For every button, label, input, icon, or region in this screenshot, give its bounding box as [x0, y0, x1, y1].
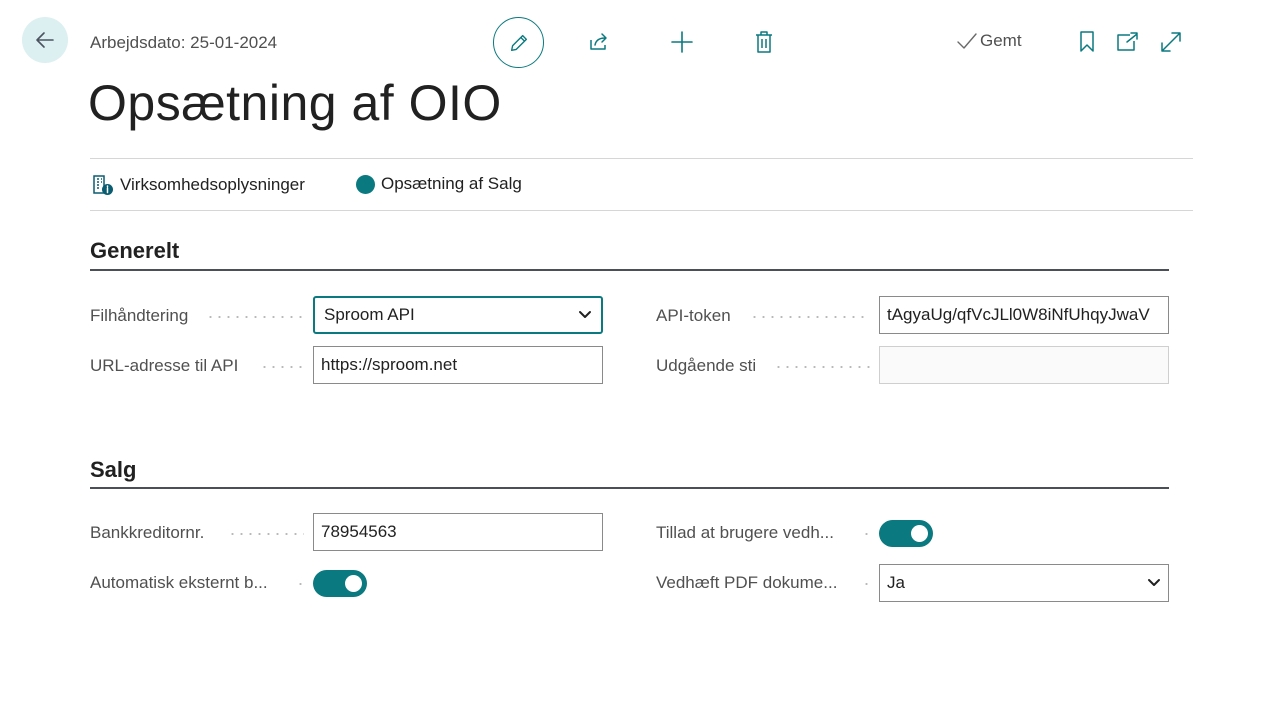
back-button[interactable]: [22, 17, 68, 63]
leader-dots: [206, 316, 304, 318]
outgoing-path-input[interactable]: [879, 346, 1169, 384]
section-divider-general: [90, 269, 1169, 271]
allow-users-label: Tillad at brugere vedh...: [656, 523, 834, 542]
chevron-down-icon: [1147, 576, 1161, 590]
attach-pdf-value: Ja: [887, 573, 905, 592]
bookmark-icon: [1080, 31, 1094, 52]
leader-dots: [228, 533, 304, 535]
checkmark-icon: [957, 33, 977, 49]
work-date: Arbejdsdato: 25-01-2024: [90, 33, 278, 52]
section-divider-sales: [90, 487, 1169, 489]
bank-creditor-label: Bankkreditornr.: [90, 523, 205, 542]
api-token-value: tAgyaUg/qfVcJLl0W8iNfUhqyJwaV: [887, 305, 1150, 324]
api-url-value: https://sproom.net: [321, 355, 458, 374]
expand-button[interactable]: [1157, 27, 1185, 57]
leader-dots: [296, 583, 305, 585]
open-new-window-button[interactable]: [1114, 27, 1142, 57]
file-handling-label: Filhåndtering: [90, 306, 189, 325]
auto-external-toggle[interactable]: [313, 570, 367, 597]
chevron-down-icon: [578, 308, 592, 322]
attach-pdf-select[interactable]: Ja: [879, 564, 1169, 602]
file-handling-value: Sproom API: [324, 305, 415, 324]
company-info-icon: [93, 175, 113, 195]
company-information-label: Virksomhedsoplysninger: [120, 175, 305, 194]
toggle-knob: [911, 525, 928, 542]
leader-dots: [774, 366, 870, 368]
leader-dots: [750, 316, 870, 318]
share-button[interactable]: [584, 27, 614, 57]
saved-label: Gemt: [980, 31, 1022, 50]
trash-icon: [756, 31, 772, 53]
leader-dots: [260, 366, 304, 368]
plus-icon: [671, 31, 693, 53]
file-handling-select[interactable]: Sproom API: [313, 296, 603, 334]
edit-button[interactable]: [493, 17, 544, 68]
saved-status: Gemt: [956, 31, 1022, 51]
company-information-action[interactable]: Virksomhedsoplysninger: [92, 174, 305, 196]
new-button[interactable]: [667, 27, 697, 57]
api-url-input[interactable]: https://sproom.net: [313, 346, 603, 384]
arrow-left-icon: [36, 32, 54, 48]
auto-external-label: Automatisk eksternt b...: [90, 573, 268, 592]
open-in-new-window-icon: [1117, 32, 1138, 51]
delete-button[interactable]: [749, 27, 779, 57]
leader-dots: [862, 533, 871, 535]
leader-dots: [862, 583, 871, 585]
allow-users-toggle[interactable]: [879, 520, 933, 547]
pencil-icon: [510, 34, 527, 51]
api-url-label: URL-adresse til API: [90, 356, 239, 375]
bank-creditor-value: 78954563: [321, 522, 397, 541]
api-token-label: API-token: [656, 306, 731, 325]
attach-pdf-label: Vedhæft PDF dokume...: [656, 573, 838, 592]
sales-setup-action[interactable]: Opsætning af Salg: [356, 174, 522, 194]
bank-creditor-input[interactable]: 78954563: [313, 513, 603, 551]
share-icon: [590, 33, 607, 50]
expand-icon: [1161, 32, 1181, 52]
toggle-knob: [345, 575, 362, 592]
page-title: Opsætning af OIO: [88, 75, 502, 131]
action-bar: Virksomhedsoplysninger Opsætning af Salg: [90, 158, 1193, 211]
sales-setup-icon: [356, 174, 375, 194]
section-title-general: Generelt: [90, 238, 180, 263]
api-token-input[interactable]: tAgyaUg/qfVcJLl0W8iNfUhqyJwaV: [879, 296, 1169, 334]
outgoing-path-label: Udgående sti: [656, 356, 757, 375]
sales-setup-label: Opsætning af Salg: [381, 174, 522, 193]
bookmark-button[interactable]: [1074, 27, 1100, 57]
section-title-sales: Salg: [90, 457, 137, 482]
